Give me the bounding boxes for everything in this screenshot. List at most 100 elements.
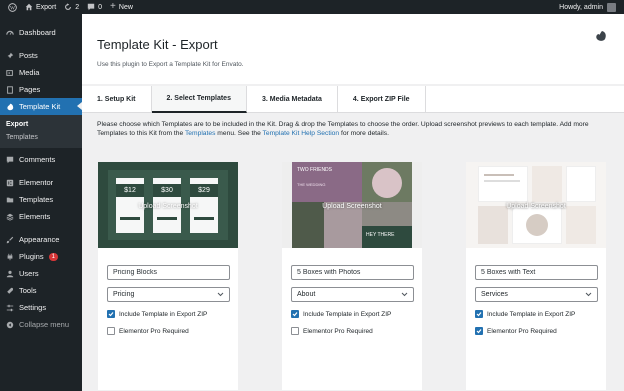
sidebar-label: Elementor bbox=[19, 178, 54, 187]
selected-type: Pricing bbox=[113, 291, 135, 298]
template-type-select[interactable]: Services bbox=[475, 287, 598, 302]
selected-type: About bbox=[297, 291, 316, 298]
include-in-zip-checkbox[interactable] bbox=[291, 310, 299, 318]
page-header: Template Kit - Export Use this plugin to… bbox=[82, 14, 624, 84]
instructions-text: Please choose which Templates are to be … bbox=[97, 120, 607, 138]
submenu-item-templates[interactable]: Templates bbox=[0, 131, 82, 144]
sidebar-item-templates[interactable]: Templates bbox=[0, 191, 82, 208]
checkmark-icon bbox=[292, 312, 298, 317]
include-in-zip-checkbox[interactable] bbox=[475, 310, 483, 318]
include-in-zip-row[interactable]: Include Template in Export ZIP bbox=[291, 310, 391, 318]
include-in-zip-checkbox[interactable] bbox=[107, 310, 115, 318]
export-steps-tabs: 1. Setup Kit 2. Select Templates 3. Medi… bbox=[82, 86, 624, 113]
sidebar-item-posts[interactable]: Posts bbox=[0, 47, 82, 64]
comment-icon bbox=[6, 156, 14, 163]
wrench-icon bbox=[7, 287, 14, 294]
help-section-link[interactable]: Template Kit Help Section bbox=[263, 130, 340, 137]
thumb-text-3: HEY THERE bbox=[366, 232, 395, 238]
sidebar-label: Tools bbox=[19, 286, 37, 295]
sidebar-label: Appearance bbox=[19, 235, 60, 244]
sidebar-item-plugins[interactable]: Plugins 1 bbox=[0, 248, 82, 265]
include-in-zip-label: Include Template in Export ZIP bbox=[119, 310, 208, 318]
upload-screenshot-label[interactable]: Upload Screenshot bbox=[466, 203, 606, 210]
upload-screenshot-label[interactable]: Upload Screenshot bbox=[282, 203, 422, 210]
screenshot-thumbnail[interactable]: TWO FRIENDS HEY THERE THE WEDDING Upload… bbox=[282, 162, 422, 248]
sidebar-item-settings[interactable]: Settings bbox=[0, 299, 82, 316]
template-card-pricing-blocks[interactable]: $12 $30 $29 Upload Screenshot Pricing In… bbox=[98, 162, 238, 390]
sidebar-label: Template Kit bbox=[19, 102, 61, 111]
media-icon bbox=[6, 69, 13, 76]
elementor-pro-label: Elementor Pro Required bbox=[487, 327, 557, 335]
sidebar-item-dashboard[interactable]: Dashboard bbox=[0, 24, 82, 41]
comments-link[interactable]: 0 bbox=[87, 3, 102, 11]
include-in-zip-label: Include Template in Export ZIP bbox=[487, 310, 576, 318]
sidebar-item-media[interactable]: Media bbox=[0, 64, 82, 81]
elementor-pro-row[interactable]: Elementor Pro Required bbox=[107, 327, 189, 335]
updates-link[interactable]: 2 bbox=[64, 3, 79, 11]
sidebar-item-pages[interactable]: Pages bbox=[0, 81, 82, 98]
elementor-pro-checkbox[interactable] bbox=[107, 327, 115, 335]
elementor-pro-checkbox[interactable] bbox=[475, 327, 483, 335]
tab-select-templates[interactable]: 2. Select Templates bbox=[151, 86, 247, 113]
comment-icon bbox=[87, 3, 95, 11]
upload-screenshot-label[interactable]: Upload Screenshot bbox=[98, 203, 238, 210]
sidebar-item-elementor[interactable]: Elementor bbox=[0, 174, 82, 191]
template-type-select[interactable]: About bbox=[291, 287, 414, 302]
sidebar-item-appearance[interactable]: Appearance bbox=[0, 231, 82, 248]
brush-icon bbox=[6, 236, 14, 243]
tab-media-metadata[interactable]: 3. Media Metadata bbox=[247, 86, 338, 113]
sidebar-label: Collapse menu bbox=[19, 320, 70, 329]
screenshot-thumbnail[interactable]: Upload Screenshot bbox=[466, 162, 606, 248]
template-kit-submenu: Export Templates bbox=[0, 115, 82, 148]
templates-link[interactable]: Templates bbox=[185, 130, 215, 137]
screenshot-thumbnail[interactable]: $12 $30 $29 Upload Screenshot bbox=[98, 162, 238, 248]
elementor-pro-row[interactable]: Elementor Pro Required bbox=[475, 327, 557, 335]
pin-icon bbox=[6, 52, 14, 59]
new-content-link[interactable]: + New bbox=[110, 2, 133, 12]
template-card-5-boxes-photos[interactable]: TWO FRIENDS HEY THERE THE WEDDING Upload… bbox=[282, 162, 422, 390]
template-card-5-boxes-text[interactable]: Upload Screenshot Services Include Templ… bbox=[466, 162, 606, 390]
template-name-input[interactable] bbox=[107, 265, 230, 280]
template-name-input[interactable] bbox=[291, 265, 414, 280]
sidebar-item-tools[interactable]: Tools bbox=[0, 282, 82, 299]
plugin-icon bbox=[7, 253, 13, 260]
account-menu[interactable]: Howdy, admin bbox=[559, 0, 616, 14]
admin-bar: W Export 2 0 + New Howdy, admin bbox=[0, 0, 624, 14]
template-type-select[interactable]: Pricing bbox=[107, 287, 230, 302]
price-1: $12 bbox=[116, 184, 144, 197]
site-name-link[interactable]: Export bbox=[25, 3, 56, 11]
intro-text-3: for more details. bbox=[339, 130, 389, 137]
include-in-zip-label: Include Template in Export ZIP bbox=[303, 310, 392, 318]
sidebar-label: Templates bbox=[19, 195, 54, 204]
sidebar-item-elements[interactable]: Elements bbox=[0, 208, 82, 225]
elementor-pro-checkbox[interactable] bbox=[291, 327, 299, 335]
howdy-text: Howdy, admin bbox=[559, 3, 603, 11]
template-kit-icon bbox=[7, 103, 14, 110]
tab-setup-kit[interactable]: 1. Setup Kit bbox=[82, 86, 152, 113]
sidebar-label: Users bbox=[19, 269, 39, 278]
include-in-zip-row[interactable]: Include Template in Export ZIP bbox=[475, 310, 575, 318]
dashboard-icon bbox=[6, 30, 14, 35]
admin-sidebar: Dashboard Posts Media Pages Template Kit… bbox=[0, 14, 82, 391]
intro-text-2: menu. See the bbox=[215, 130, 263, 137]
sidebar-item-users[interactable]: Users bbox=[0, 265, 82, 282]
checkmark-icon bbox=[108, 312, 114, 317]
sidebar-item-comments[interactable]: Comments bbox=[0, 151, 82, 168]
include-in-zip-row[interactable]: Include Template in Export ZIP bbox=[107, 310, 207, 318]
elementor-pro-row[interactable]: Elementor Pro Required bbox=[291, 327, 373, 335]
sidebar-item-template-kit[interactable]: Template Kit bbox=[0, 98, 82, 115]
sidebar-label: Dashboard bbox=[19, 28, 56, 37]
checkmark-icon bbox=[476, 329, 482, 334]
sidebar-label: Media bbox=[19, 68, 40, 77]
updates-icon bbox=[65, 3, 72, 10]
tab-export-zip[interactable]: 4. Export ZIP File bbox=[338, 86, 426, 113]
sidebar-label: Settings bbox=[19, 303, 47, 312]
wordpress-logo-icon[interactable]: W bbox=[8, 2, 17, 12]
sidebar-label: Plugins bbox=[19, 252, 44, 261]
elementor-icon bbox=[6, 179, 14, 186]
selected-type: Services bbox=[481, 291, 508, 298]
submenu-item-export[interactable]: Export bbox=[0, 118, 82, 131]
template-name-input[interactable] bbox=[475, 265, 598, 280]
collapse-menu-button[interactable]: Collapse menu bbox=[0, 316, 82, 333]
page-title: Template Kit - Export bbox=[97, 37, 218, 52]
